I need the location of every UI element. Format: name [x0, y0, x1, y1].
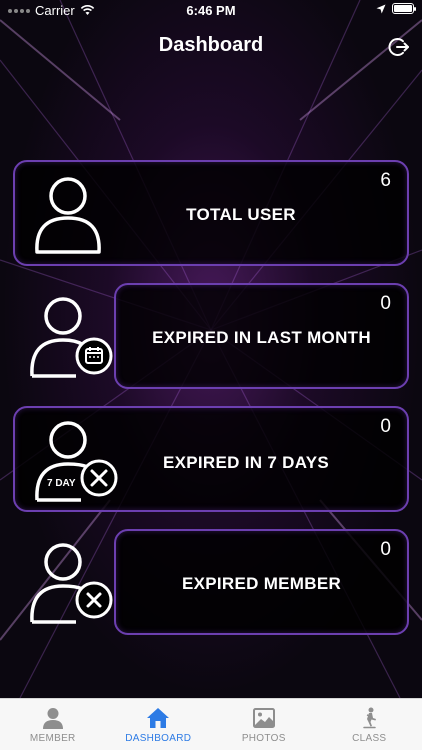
logout-button[interactable]	[388, 36, 410, 58]
tab-member[interactable]: MEMBER	[0, 699, 106, 750]
expired-last-month-card[interactable]: 0 EXPIRED IN LAST MONTH	[114, 283, 409, 389]
expired-member-label: EXPIRED MEMBER	[181, 574, 342, 593]
expired-7-days-label: EXPIRED IN 7 DAYS	[162, 453, 330, 472]
page-title: Dashboard	[158, 34, 264, 56]
total-user-count: 6	[380, 170, 391, 191]
status-bar: Carrier 6:46 PM	[0, 0, 422, 22]
expired-member-count: 0	[380, 539, 391, 560]
expired-7-days-count: 0	[380, 416, 391, 437]
expired-last-month-label: EXPIRED IN LAST MONTH	[152, 328, 371, 347]
user-calendar-icon	[26, 292, 116, 387]
battery-icon	[392, 3, 416, 14]
status-right	[376, 3, 416, 14]
tab-dashboard[interactable]: DASHBOARD	[106, 699, 212, 750]
skater-icon	[363, 707, 377, 729]
tab-photos-label: PHOTOS	[241, 733, 286, 744]
tab-member-label: MEMBER	[29, 733, 76, 744]
total-user-label: TOTAL USER	[186, 205, 296, 224]
expired-7-days-card[interactable]: 0 7 DAY EXPIRED IN 7 DAYS	[13, 406, 409, 512]
total-user-card[interactable]: 6 TOTAL USER	[13, 160, 409, 266]
user-expired-icon	[26, 538, 116, 633]
tab-bar: MEMBER DASHBOARD PHOTOS CLASS	[0, 698, 422, 750]
location-arrow-icon	[376, 4, 386, 13]
logout-icon	[388, 38, 409, 56]
person-icon	[42, 708, 63, 729]
photos-icon	[252, 708, 275, 728]
tab-dashboard-label: DASHBOARD	[125, 733, 192, 744]
tab-photos[interactable]: PHOTOS	[211, 699, 317, 750]
expired-last-month-count: 0	[380, 293, 391, 314]
home-icon	[147, 708, 170, 728]
tab-class-label: CLASS	[352, 733, 387, 744]
status-time: 6:46 PM	[186, 3, 236, 18]
seven-day-badge: 7 DAY	[47, 478, 76, 489]
expired-member-card[interactable]: 0 EXPIRED MEMBER	[114, 529, 409, 635]
user-icon	[31, 172, 105, 261]
user-expiring-icon	[31, 416, 125, 511]
tab-class[interactable]: CLASS	[317, 699, 422, 750]
